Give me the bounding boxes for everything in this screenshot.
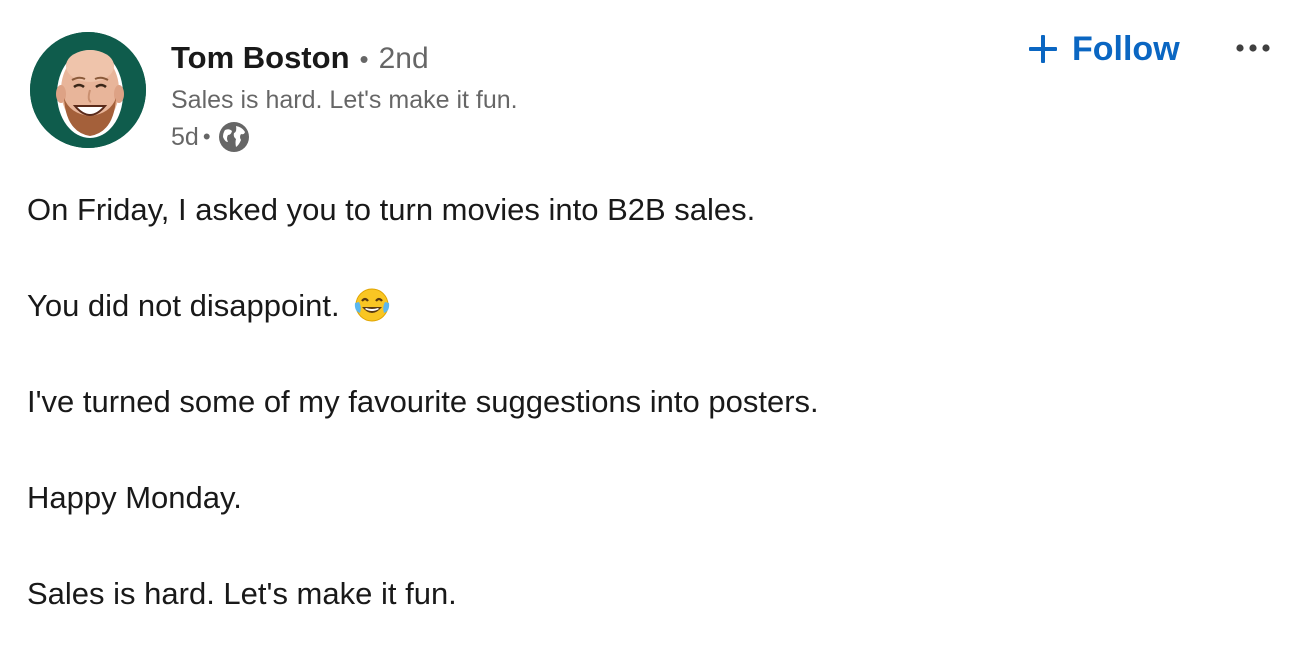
profile-photo	[30, 32, 146, 148]
post-paragraph: Happy Monday.	[27, 477, 1267, 525]
post-commentary: On Friday, I asked you to turn movies in…	[27, 189, 1267, 669]
separator-dot: •	[202, 124, 211, 149]
paragraph-text: Happy Monday.	[27, 480, 242, 515]
post-paragraph: Sales is hard. Let's make it fun.	[27, 573, 1267, 621]
author-name-line: Tom Boston • 2nd	[171, 40, 971, 78]
paragraph-text: I've turned some of my favourite suggest…	[27, 384, 819, 419]
connection-degree: 2nd	[378, 42, 429, 75]
avatar[interactable]	[30, 32, 146, 148]
post-paragraph: On Friday, I asked you to turn movies in…	[27, 189, 1267, 237]
feed-post: Tom Boston • 2nd Sales is hard. Let's ma…	[0, 0, 1301, 654]
post-timestamp[interactable]: 5d	[171, 123, 199, 152]
paragraph-text: Sales is hard. Let's make it fun.	[27, 576, 457, 611]
post-author-info: Tom Boston • 2nd Sales is hard. Let's ma…	[171, 40, 971, 154]
separator-dot: •	[359, 44, 369, 74]
paragraph-text: On Friday, I asked you to turn movies in…	[27, 192, 756, 227]
author-headline: Sales is hard. Let's make it fun.	[171, 86, 518, 114]
plus-icon	[1028, 34, 1058, 64]
follow-button[interactable]: Follow	[1020, 26, 1188, 72]
face-with-tears-of-joy-icon	[352, 285, 392, 325]
post-meta: 5d •	[171, 120, 971, 154]
paragraph-text: You did not disappoint.	[27, 288, 340, 323]
globe-icon	[217, 120, 251, 154]
follow-label: Follow	[1072, 29, 1180, 68]
post-paragraph: You did not disappoint.	[27, 285, 1267, 333]
author-name[interactable]: Tom Boston	[171, 40, 350, 76]
ellipsis-icon	[1236, 44, 1270, 52]
post-paragraph: I've turned some of my favourite suggest…	[27, 381, 1267, 429]
more-options-button[interactable]	[1228, 28, 1278, 68]
